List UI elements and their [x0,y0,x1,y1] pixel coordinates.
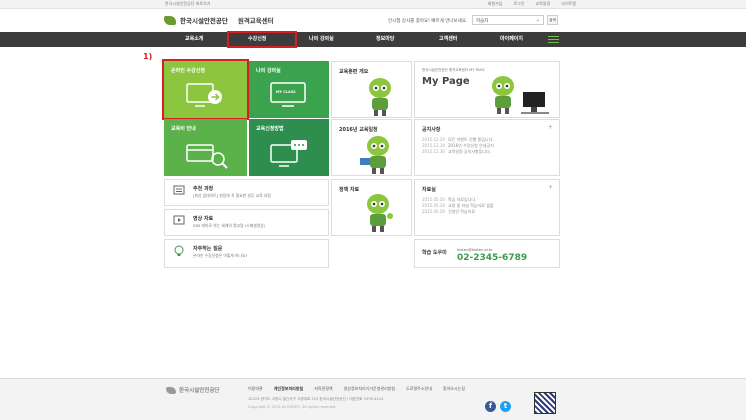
mascot-thumbs-up-icon [367,194,393,232]
search-type-select[interactable]: 학습자 ⌄ [472,15,544,25]
login-link[interactable]: 로그인 [513,1,524,7]
footer-logo: 한국시설안전공단 [166,386,219,394]
help-title: 학습 도우미 [422,250,447,256]
myclass-badge: MY CLASS [276,90,296,94]
footer-address: 10223 경기도 고양시 일산서구 고양대로 315 한국시설안전공단 / 대… [248,397,384,401]
header: 한국시설안전공단 원격교육센터 인시험 강사를 찾아요! 빠르게 만나보세요. … [0,9,746,32]
archive-list: 2015.05.20 학습 자료입니다. 2015.05.20 교량 및 터널 학습… [422,197,494,215]
logo-brand: 한국시설안전공단 [180,17,228,25]
footer-link-cctv[interactable]: 영상정보처리기기운영관리방침 [344,386,396,392]
footer-link-address[interactable]: 도로명주소안내 [406,386,432,392]
footer: 한국시설안전공단 이용약관 개인정보처리방침 저작권정책 영상정보처리기기운영관… [0,378,746,420]
list-item[interactable]: 2015.05.20 건설안 학습자료 [422,209,494,215]
notice-title: 공지사항 [422,127,441,133]
tile-highlight-box [162,59,249,120]
list-faq[interactable]: 자주하는 질문 온라인 수강신청은 어떻게 하나요? [164,239,329,268]
twitter-icon[interactable]: t [500,401,511,412]
footer-logo-mark-icon [166,386,176,394]
hamburger-menu-icon[interactable] [548,36,559,43]
utility-bar: 한국시설안전공단 바로가기 회원가입 로그인 교육일정 사이트맵 [0,0,746,9]
schedule-link[interactable]: 교육일정 [536,1,551,7]
list-video-material[interactable]: 영상 자료 EBS 테마로 하는 세계의 명교량 (스페셜영상) [164,209,329,236]
list-item[interactable]: 2015.11.30 교육일정 공지사항입니다. [422,149,494,155]
nav-highlight-box [227,31,297,48]
agency-link[interactable]: 한국시설안전공단 바로가기 [165,1,210,7]
search-message: 인시험 강사를 찾아요! 빠르게 만나보세요. [388,19,468,24]
panel-policy[interactable]: 정책 자료 [331,179,412,236]
chevron-down-icon: ⌄ [535,17,540,23]
panel-schedule[interactable]: 2016년 교육일정 [331,119,412,176]
main-nav: 교육소개 수강신청 나의 강의실 정보마당 고객센터 마이페이지 [0,31,746,48]
panel-archive[interactable]: 자료실 + 2015.05.20 학습 자료입니다. 2015.05.20 교량 및… [414,179,560,236]
help-phone: 02-2345-6789 [457,253,528,263]
footer-copyright: Copyright © 2015 by KISTEC. All rights r… [248,405,337,409]
logo-mark-icon [164,15,176,25]
nav-item-support[interactable]: 고객센터 [439,35,457,42]
search-type-value: 학습자 [476,19,489,24]
list-item-desc: [최신 업데이트] 현장에 꼭 필요한 실무 교육 과정 [193,193,271,198]
notice-more-icon[interactable]: + [548,124,553,131]
tile-apply-method[interactable]: 교육신청방법 [249,119,329,176]
logo-center-name: 원격교육센터 [237,17,274,25]
mascot-icon [369,78,391,116]
notice-list: 2015.12.20 모든 이벤트 진행 중입니다. 2015.12.14 2016… [422,137,494,155]
tile-myclass[interactable]: 나의 강의실 MY CLASS [249,61,329,118]
logo[interactable]: 한국시설안전공단 원격교육센터 [164,15,274,25]
card-search-icon [186,144,228,169]
footer-link-copyright[interactable]: 저작권정책 [314,386,332,392]
mascot-book-icon [360,136,389,174]
signup-link[interactable]: 회원가입 [488,1,503,7]
mascot-computer-icon [492,76,549,114]
panel-notice[interactable]: 공지사항 + 2015.12.20 모든 이벤트 진행 중입니다. 2015.12… [414,119,560,176]
list-item-title: 자주하는 질문 [193,246,223,252]
archive-title: 자료실 [422,187,436,193]
document-icon [173,185,185,195]
tile-apply-method-label: 교육신청방법 [256,126,284,132]
nav-item-mypage[interactable]: 마이페이지 [500,35,523,42]
tile-fee-guide-label: 교육비 안내 [171,126,196,132]
footer-link-terms[interactable]: 이용약관 [248,386,263,392]
footer-link-privacy[interactable]: 개인정보처리방침 [274,386,303,392]
footer-brand: 한국시설안전공단 [179,388,220,394]
archive-more-icon[interactable]: + [548,184,553,191]
video-icon [173,215,185,225]
panel-mypage[interactable]: 한국시설안전공단 원격교육센터 MY PAGE My Page [414,61,560,118]
nav-item-myclass[interactable]: 나의 강의실 [309,35,334,42]
tile-myclass-label: 나의 강의실 [256,68,281,74]
monitor-chat-icon [270,140,307,167]
utility-links: 회원가입 로그인 교육일정 사이트맵 [488,1,576,7]
footer-links: 이용약관 개인정보처리방침 저작권정책 영상정보처리기기운영관리방침 도로명주소… [248,386,465,392]
footer-link-directions[interactable]: 찾아오시는길 [443,386,465,392]
myclass-monitor-icon [270,82,306,107]
qr-code-icon [534,392,556,414]
annotation-label: 1) [143,52,153,61]
list-item-title: 영상 자료 [193,216,214,222]
facebook-icon[interactable]: f [485,401,496,412]
search-button[interactable]: 검색 [547,15,558,25]
list-recommended-course[interactable]: 추천 과정 [최신 업데이트] 현장에 꼭 필요한 실무 교육 과정 [164,179,329,206]
lightbulb-icon [174,245,184,256]
tile-fee-guide[interactable]: 교육비 안내 [164,119,247,176]
nav-item-info[interactable]: 정보마당 [376,35,394,42]
panel-training-overview[interactable]: 교육훈련 개요 [331,61,412,118]
help-email[interactable]: kistec@kistec.or.kr [457,247,493,252]
mypage-title: My Page [422,76,470,87]
list-item-desc: 온라인 수강신청은 어떻게 하나요? [193,253,248,258]
list-item-title: 추천 과정 [193,186,214,192]
panel-help: 학습 도우미 kistec@kistec.or.kr 02-2345-6789 [414,239,560,268]
mypage-subtitle: 한국시설안전공단 원격교육센터 MY PAGE [422,68,485,72]
list-item-desc: EBS 테마로 하는 세계의 명교량 (스페셜영상) [193,223,266,228]
nav-item-intro[interactable]: 교육소개 [185,35,203,42]
sitemap-link[interactable]: 사이트맵 [561,1,576,7]
